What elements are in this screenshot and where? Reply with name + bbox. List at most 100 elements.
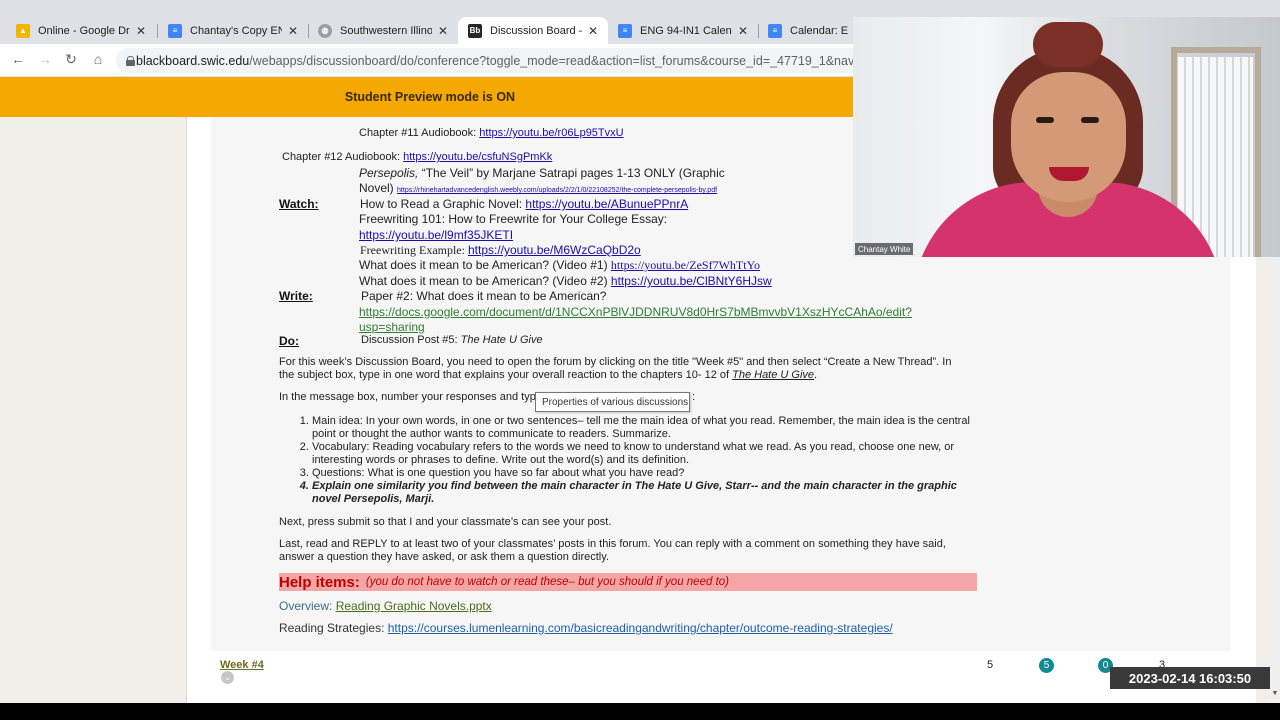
- watch-item-link[interactable]: https://youtu.be/M6WzCaQbD2o: [468, 243, 641, 257]
- strategies-link[interactable]: https://courses.lumenlearning.com/basicr…: [388, 621, 893, 635]
- persepolis-line: Persepolis, “The Veil” by Marjane Satrap…: [359, 166, 725, 180]
- tab-title: Chantay's Copy ENG: [190, 24, 282, 37]
- chevron-down-icon[interactable]: ⌄: [221, 671, 234, 684]
- instructions-paragraph-2-end: :: [692, 391, 696, 403]
- address-bar[interactable]: blackboard.swic.edu/webapps/discussionbo…: [116, 48, 876, 73]
- watch-heading: Watch:: [279, 197, 319, 211]
- help-title: Help items:: [279, 573, 360, 591]
- last-instruction: Last, read and REPLY to at least two of …: [279, 538, 946, 563]
- watch-item-link[interactable]: https://youtu.be/ClBNtY6HJsw: [611, 274, 772, 288]
- forum-title-week-4[interactable]: Week #4: [220, 659, 264, 671]
- total-posts-count: 5: [987, 659, 994, 671]
- tooltip-text: Properties of various discussions: [542, 396, 689, 408]
- webcam-face: [1011, 72, 1126, 202]
- close-icon[interactable]: ✕: [136, 24, 146, 38]
- instructions-paragraph-2: In the message box, number your response…: [279, 391, 536, 403]
- scrollbar[interactable]: [1270, 257, 1280, 703]
- instructions-line: For this week’s Discussion Board, you ne…: [279, 356, 952, 368]
- bottom-black-bar: [0, 703, 1280, 720]
- chapter-12-line: Chapter #12 Audiobook: https://youtu.be/…: [282, 151, 552, 163]
- write-text: Paper #2: What does it mean to be Americ…: [361, 289, 607, 303]
- recording-timestamp: 2023-02-14 16:03:50: [1110, 667, 1270, 689]
- list-item: Questions: What is one question you have…: [312, 467, 975, 480]
- watch-item-1: How to Read a Graphic Novel: https://you…: [360, 197, 688, 211]
- watch-item-3: Freewriting Example: https://youtu.be/M6…: [360, 243, 641, 258]
- tab-southwestern-illinois[interactable]: ◍ Southwestern Illinois ✕: [308, 17, 458, 44]
- tab-calendar-eng[interactable]: ≡ Calendar: ENG: [758, 17, 858, 44]
- screen: ▲ Online - Google Drive ✕ ≡ Chantay's Co…: [0, 0, 1280, 720]
- book-title: The Hate U Give: [732, 369, 815, 381]
- watch-item-4: What does it mean to be American? (Video…: [359, 258, 760, 273]
- tab-title: ENG 94-IN1 Calendar: [640, 24, 732, 37]
- write-heading: Write:: [279, 289, 313, 303]
- banner-text: Student Preview mode is ON: [344, 90, 516, 104]
- overview-line: Overview: Reading Graphic Novels.pptx: [279, 599, 492, 613]
- chapter-11-label: Chapter #11 Audiobook:: [359, 127, 480, 139]
- watch-item-link[interactable]: https://youtu.be/ZeSf7WhTtYo: [611, 258, 760, 272]
- watch-item-2-link[interactable]: https://youtu.be/l9mf35JKETI: [359, 228, 513, 242]
- persepolis-pdf-link[interactable]: https://rhinehartadvancedenglish.weebly.…: [397, 187, 717, 194]
- tab-chantays-copy[interactable]: ≡ Chantay's Copy ENG ✕: [158, 17, 308, 44]
- chapter-12-link[interactable]: https://youtu.be/csfuNSgPmKk: [403, 151, 552, 163]
- tab-google-drive[interactable]: ▲ Online - Google Drive ✕: [6, 17, 156, 44]
- overview-link[interactable]: Reading Graphic Novels.pptx: [336, 599, 492, 613]
- google-docs-icon: ≡: [768, 23, 782, 38]
- close-icon[interactable]: ✕: [588, 24, 598, 38]
- list-item: Explain one similarity you find between …: [312, 480, 975, 506]
- chapter-11-line: Chapter #11 Audiobook: https://youtu.be/…: [359, 127, 624, 139]
- paper-2-link-continued[interactable]: usp=sharing: [359, 320, 425, 334]
- watch-item-link[interactable]: https://youtu.be/ABunuePPnrA: [525, 197, 688, 211]
- novel-line: Novel) https://rhinehartadvancedenglish.…: [359, 181, 717, 195]
- persepolis-title: Persepolis,: [359, 166, 419, 180]
- instructions-paragraph-1: For this week’s Discussion Board, you ne…: [279, 356, 979, 382]
- properties-tooltip: Properties of various discussions: [535, 392, 690, 412]
- reload-icon[interactable]: ↻: [62, 51, 80, 68]
- webcam-hair-bun: [1033, 22, 1103, 67]
- webcam-name-label: Chantay White: [855, 243, 914, 255]
- chapter-12-label: Chapter #12 Audiobook:: [282, 151, 404, 163]
- watch-item-text: Freewriting Example:: [360, 243, 468, 257]
- google-drive-icon: ▲: [16, 23, 30, 38]
- close-icon[interactable]: ✕: [738, 24, 748, 38]
- persepolis-description: “The Veil” by Marjane Satrapi pages 1-13…: [418, 166, 725, 180]
- google-docs-icon: ≡: [168, 23, 182, 38]
- url-domain: blackboard.swic.edu: [136, 53, 250, 68]
- response-steps-list: Main idea: In your own words, in one or …: [295, 415, 975, 506]
- tab-discussion-board[interactable]: Bb Discussion Board – EN ✕: [458, 17, 608, 44]
- watch-item-text: How to Read a Graphic Novel:: [360, 197, 526, 211]
- google-docs-icon: ≡: [618, 23, 632, 38]
- watch-item-text: What does it mean to be American? (Video…: [359, 258, 611, 272]
- instructions-line-end: .: [814, 369, 818, 381]
- chapter-11-link[interactable]: https://youtu.be/r06Lp95TvxU: [479, 127, 623, 139]
- scroll-down-icon[interactable]: ▼: [1270, 690, 1280, 702]
- tab-title: Calendar: ENG: [790, 24, 848, 37]
- webcam-eye: [1081, 117, 1099, 123]
- student-preview-banner: Student Preview mode is ON: [0, 77, 860, 117]
- url-path: /webapps/discussionboard/do/conference?t…: [249, 53, 876, 68]
- blackboard-icon: Bb: [468, 23, 482, 38]
- back-icon[interactable]: ←: [9, 51, 27, 67]
- next-instruction: Next, press submit so that I and your cl…: [279, 516, 612, 528]
- globe-icon: ◍: [318, 23, 332, 38]
- strategies-label: Reading Strategies:: [279, 621, 388, 635]
- tab-eng-calendar[interactable]: ≡ ENG 94-IN1 Calendar ✕: [608, 17, 758, 44]
- timestamp-text: 2023-02-14 16:03:50: [1128, 670, 1252, 686]
- webcam-video: [853, 17, 1280, 257]
- watch-item-2-text: Freewriting 101: How to Freewrite for Yo…: [359, 212, 668, 226]
- list-item: Main idea: In your own words, in one or …: [312, 415, 975, 441]
- close-icon[interactable]: ✕: [438, 24, 448, 38]
- watch-item-5: What does it mean to be American? (Video…: [359, 274, 772, 288]
- help-note: (you do not have to watch or read these–…: [365, 576, 729, 588]
- unread-posts-badge[interactable]: 5: [1039, 658, 1054, 673]
- paper-2-link[interactable]: https://docs.google.com/document/d/1NCCX…: [359, 305, 912, 319]
- tab-title: Discussion Board – EN: [490, 24, 582, 37]
- watch-item-text: What does it mean to be American? (Video…: [359, 274, 611, 288]
- webcam-eye: [1036, 117, 1054, 123]
- home-icon[interactable]: ⌂: [89, 51, 107, 67]
- forward-icon[interactable]: →: [36, 51, 54, 67]
- overview-label: Overview:: [279, 599, 336, 613]
- close-icon[interactable]: ✕: [288, 24, 298, 38]
- do-book-title: The Hate U Give: [460, 334, 543, 346]
- do-text: Discussion Post #5:: [361, 334, 461, 346]
- tab-title: Southwestern Illinois: [340, 24, 432, 37]
